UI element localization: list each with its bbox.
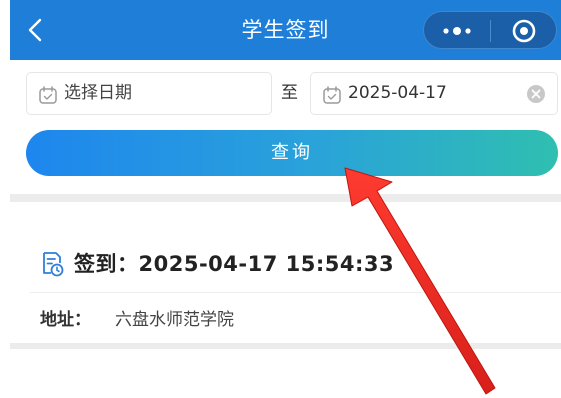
- navigation-bar: 学生签到: [10, 0, 561, 60]
- mini-program-capsule: [423, 11, 557, 49]
- close-mini-program-button[interactable]: [491, 12, 557, 50]
- query-button[interactable]: 查询: [26, 130, 558, 176]
- range-separator-label: 至: [281, 83, 298, 103]
- clear-icon[interactable]: [526, 84, 546, 104]
- section-divider: [10, 343, 561, 349]
- end-date-picker[interactable]: 2025-04-17: [310, 72, 558, 115]
- start-date-picker[interactable]: 选择日期: [26, 72, 272, 115]
- target-close-icon: [512, 19, 536, 43]
- address-value: 六盘水师范学院: [115, 310, 234, 330]
- checkin-record-icon: [43, 252, 64, 277]
- checkin-record-title: 签到：2025-04-17 15:54:33: [74, 252, 395, 276]
- more-dots-icon: [443, 27, 471, 35]
- address-label: 地址：: [40, 310, 91, 330]
- end-date-value: 2025-04-17: [348, 83, 447, 103]
- app-screen: 学生签到 选择日期 至 2025-04-17 查询 签到：2025-04-17 …: [0, 0, 561, 398]
- record-divider: [30, 292, 561, 293]
- more-button[interactable]: [424, 12, 490, 50]
- calendar-icon: [39, 86, 57, 104]
- calendar-icon: [323, 86, 341, 104]
- section-divider: [10, 194, 561, 202]
- start-date-placeholder: 选择日期: [64, 83, 132, 103]
